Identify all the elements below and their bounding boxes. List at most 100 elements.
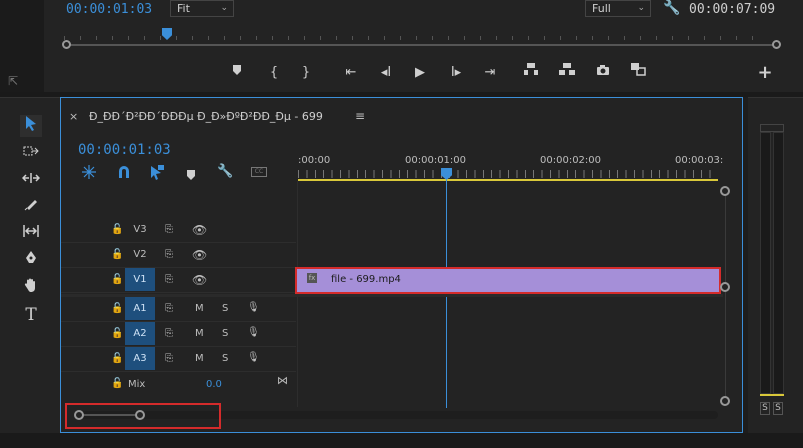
sync-lock-icon[interactable]: ⎘	[165, 274, 173, 285]
out-point-icon[interactable]: }	[295, 62, 317, 84]
scrub-right-handle[interactable]	[772, 40, 781, 49]
play-icon[interactable]: ▶	[409, 62, 431, 84]
current-timecode[interactable]: 00:00:01:03	[66, 2, 152, 17]
wrench-icon[interactable]: 🔧	[663, 0, 681, 18]
quality-select-value: Full	[592, 2, 611, 15]
sync-lock-icon[interactable]: ⎘	[165, 303, 173, 314]
clip-label: file - 699.mp4	[331, 274, 401, 285]
microphone-icon[interactable]: 🎙	[247, 352, 260, 363]
solo-left-button[interactable]: S	[760, 402, 770, 415]
lock-icon[interactable]: 🔓	[111, 378, 123, 389]
meter-channel-left	[760, 132, 771, 394]
fit-select[interactable]: Fit ⌄	[170, 0, 234, 17]
go-to-out-icon[interactable]: ⋈	[277, 374, 288, 387]
panel-menu-icon[interactable]: ⇱	[8, 74, 22, 88]
left-panel-top: ⇱	[0, 0, 44, 92]
lock-icon[interactable]: 🔓	[111, 249, 123, 260]
extract-icon[interactable]	[556, 62, 578, 84]
go-to-in-icon[interactable]: ⇤	[340, 62, 362, 84]
wrench-icon[interactable]: 🔧	[217, 164, 233, 179]
meter-level	[760, 394, 784, 396]
zoom-left-handle[interactable]	[74, 410, 84, 420]
meter-peak-indicator	[760, 124, 784, 132]
sync-lock-icon[interactable]: ⎘	[165, 353, 173, 364]
sync-lock-icon[interactable]: ⎘	[165, 249, 173, 260]
fit-select-value: Fit	[177, 2, 190, 15]
lock-icon[interactable]: 🔓	[111, 328, 123, 339]
close-tab-button[interactable]: ×	[69, 110, 78, 123]
type-tool-icon[interactable]: T	[20, 304, 42, 326]
solo-right-button[interactable]: S	[773, 402, 783, 415]
go-to-out-icon[interactable]: ⇥	[479, 62, 501, 84]
track-label-v1[interactable]: V1	[125, 268, 155, 291]
mix-label: Mix	[128, 379, 146, 390]
video-clip[interactable]: fx file - 699.mp4	[295, 267, 721, 294]
eye-icon[interactable]: 👁	[192, 273, 207, 287]
chevron-down-icon: ⌄	[637, 3, 645, 13]
zoom-track	[79, 414, 139, 416]
mute-button[interactable]: M	[195, 353, 204, 364]
marker-icon[interactable]	[226, 62, 248, 84]
work-area-bar[interactable]	[298, 179, 718, 181]
zoom-right-handle[interactable]	[135, 410, 145, 420]
comparison-view-icon[interactable]	[627, 62, 649, 84]
eye-icon[interactable]: 👁	[192, 223, 207, 237]
solo-button[interactable]: S	[222, 353, 228, 364]
step-forward-icon[interactable]: I▸	[445, 62, 467, 84]
linked-selection-icon[interactable]	[149, 164, 167, 180]
solo-button[interactable]: S	[222, 328, 228, 339]
vscroll-bottom-handle[interactable]	[720, 396, 730, 406]
timeline-timecode[interactable]: 00:00:01:03	[78, 142, 171, 158]
add-button[interactable]: +	[754, 62, 776, 84]
sequence-tab-title[interactable]: Ð_ÐÐ´Ð²ÐÐ´ÐÐÐµ Ð_Ð»ÐºÐ²ÐÐ_Ðµ - 699	[89, 110, 323, 123]
track-label-a1[interactable]: A1	[125, 297, 155, 320]
vertical-scrollbar[interactable]	[725, 188, 726, 398]
ruler-label: 00:00:02:00	[540, 155, 602, 166]
mute-button[interactable]: M	[195, 328, 204, 339]
microphone-icon[interactable]: 🎙	[247, 327, 260, 338]
ruler-label: 00:00:01:00	[405, 155, 467, 166]
sync-lock-icon[interactable]: ⎘	[165, 224, 173, 235]
track-label-v2[interactable]: V2	[125, 243, 155, 266]
in-point-icon[interactable]: {	[263, 62, 285, 84]
slip-tool-icon[interactable]	[20, 223, 42, 245]
track-label-v3[interactable]: V3	[125, 218, 155, 241]
microphone-icon[interactable]: 🎙	[247, 302, 260, 313]
scrub-bar[interactable]	[64, 44, 779, 46]
razor-tool-icon[interactable]	[20, 196, 42, 218]
hand-tool-icon[interactable]	[20, 277, 42, 299]
scrub-left-handle[interactable]	[62, 40, 71, 49]
lock-icon[interactable]: 🔓	[111, 224, 123, 235]
captions-icon[interactable]: CC	[251, 167, 267, 177]
selection-tool-icon[interactable]	[20, 115, 42, 137]
meter-channel-right	[773, 132, 784, 394]
export-frame-icon[interactable]	[592, 62, 614, 84]
program-monitor: 00:00:01:03 Fit ⌄ Full ⌄ 🔧 00:00:07:09 {…	[44, 0, 803, 92]
audio-meter-panel: S S	[748, 97, 803, 433]
step-back-icon[interactable]: ◂I	[375, 62, 397, 84]
track-row-v3: 🔓 V3 ⎘ 👁	[61, 218, 296, 243]
ruler-label: :00:00	[298, 155, 331, 166]
panel-menu-button[interactable]: ≡	[355, 109, 365, 123]
track-label-a2[interactable]: A2	[125, 322, 155, 345]
mute-button[interactable]: M	[195, 303, 204, 314]
lock-icon[interactable]: 🔓	[111, 303, 123, 314]
lift-icon[interactable]	[520, 62, 542, 84]
mix-value[interactable]: 0.0	[206, 379, 222, 390]
snap-icon[interactable]	[116, 164, 134, 180]
lock-icon[interactable]: 🔓	[111, 353, 123, 364]
lock-icon[interactable]: 🔓	[111, 274, 123, 285]
track-select-tool-icon[interactable]	[20, 142, 42, 164]
vscroll-top-handle[interactable]	[720, 186, 730, 196]
vscroll-mid-handle[interactable]	[720, 282, 730, 292]
track-label-a3[interactable]: A3	[125, 347, 155, 370]
bottom-strip	[0, 433, 803, 448]
ripple-edit-tool-icon[interactable]	[20, 169, 42, 191]
add-marker-icon[interactable]	[186, 166, 196, 185]
eye-icon[interactable]: 👁	[192, 248, 207, 262]
pen-tool-icon[interactable]	[20, 250, 42, 272]
solo-button[interactable]: S	[222, 303, 228, 314]
nest-toggle-icon[interactable]	[81, 164, 99, 180]
quality-select[interactable]: Full ⌄	[585, 0, 651, 17]
sync-lock-icon[interactable]: ⎘	[165, 328, 173, 339]
